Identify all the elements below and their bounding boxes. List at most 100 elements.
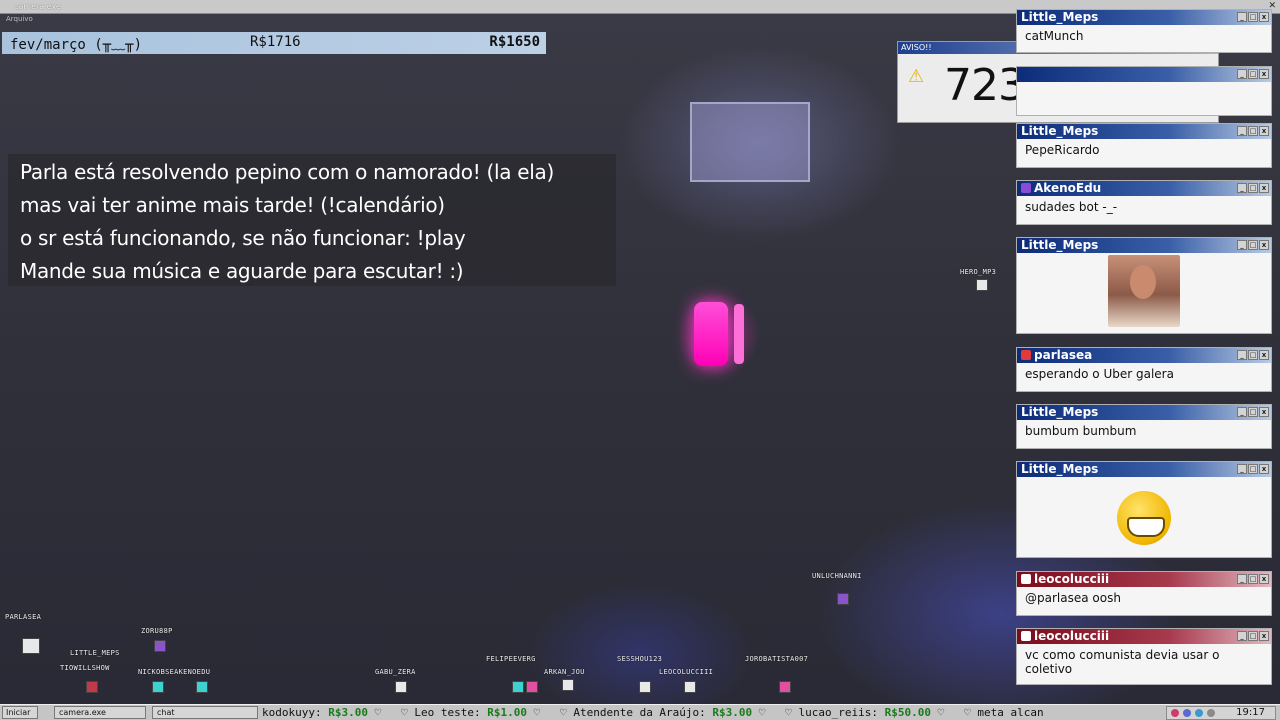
minimize-icon[interactable]: _ xyxy=(1237,240,1247,250)
chat-header[interactable]: leocolucciii _ □ x xyxy=(1017,629,1271,644)
chat-message[interactable]: Little_Meps _ □ x xyxy=(1016,237,1272,334)
close-icon[interactable]: x xyxy=(1259,464,1269,474)
minimize-icon[interactable]: _ xyxy=(1237,407,1247,417)
avatar-name: TIOWILLSHOW xyxy=(60,664,110,672)
chat-message[interactable]: _ □ x xyxy=(1016,66,1272,116)
taskbar-camera[interactable]: camera.exe xyxy=(54,706,146,719)
avatar[interactable] xyxy=(395,681,407,693)
chat-header[interactable]: leocolucciii _ □ x xyxy=(1017,572,1271,587)
heart-icon: ♡ xyxy=(374,706,382,719)
donation-ticker: kodokuyy: R$3.00 ♡ ♡ Leo teste: R$1.00 ♡… xyxy=(262,706,1164,720)
avatar[interactable] xyxy=(639,681,651,693)
chat-message[interactable]: parlasea _ □ x esperando o Uber galera xyxy=(1016,347,1272,392)
avatar-name: ARKAN_JOU xyxy=(544,668,585,676)
info-line: Mande sua música e aguarde para escutar!… xyxy=(20,259,464,283)
donation-goal-bar: fev/março (╥﹏╥) R$1716 R$1650 xyxy=(2,32,546,54)
grin-emote-icon xyxy=(1117,491,1171,545)
tray-icon[interactable] xyxy=(1171,709,1179,717)
taskbar-chat[interactable]: chat xyxy=(152,706,258,719)
heart-icon: ♡ xyxy=(533,706,541,719)
avatar[interactable] xyxy=(976,279,988,291)
minimize-icon[interactable]: _ xyxy=(1237,183,1247,193)
avatar-name: FELIPEEVERG xyxy=(486,655,536,663)
tray-icon[interactable] xyxy=(1183,709,1191,717)
close-icon[interactable]: x xyxy=(1259,126,1269,136)
ticker-name: lucao_reiis: xyxy=(798,706,879,719)
maximize-icon[interactable]: □ xyxy=(1248,631,1258,641)
maximize-icon[interactable]: □ xyxy=(1248,69,1258,79)
ticker-name: meta alcan xyxy=(977,706,1044,719)
chat-message[interactable]: leocolucciii _ □ x vc como comunista devia … xyxy=(1016,628,1272,685)
avatar-name: GABU_ZERA xyxy=(375,668,416,676)
chat-message[interactable]: leocolucciii _ □ x @parlasea oosh xyxy=(1016,571,1272,616)
close-icon[interactable]: x xyxy=(1259,407,1269,417)
avatar[interactable] xyxy=(562,679,574,691)
chat-header[interactable]: _ □ x xyxy=(1017,67,1271,82)
chat-header[interactable]: Little_Meps _ □ x xyxy=(1017,10,1271,25)
chat-header[interactable]: parlasea _ □ x xyxy=(1017,348,1271,363)
chat-message[interactable]: Little_Meps _ □ x xyxy=(1016,461,1272,558)
chat-message[interactable]: AkenoEdu _ □ x sudades bot -_- xyxy=(1016,180,1272,225)
maximize-icon[interactable]: □ xyxy=(1248,183,1258,193)
maximize-icon[interactable]: □ xyxy=(1248,574,1258,584)
chat-message[interactable]: Little_Meps _ □ x catMunch xyxy=(1016,9,1272,53)
avatar[interactable] xyxy=(86,681,98,693)
close-icon[interactable]: x xyxy=(1259,183,1269,193)
ticker-amount: R$1.00 xyxy=(487,706,527,719)
ticker-name: kodokuyy: xyxy=(262,706,322,719)
avatar[interactable] xyxy=(526,681,538,693)
aviso-title: AVISO!! xyxy=(901,43,932,52)
tray-icon[interactable] xyxy=(1195,709,1203,717)
avatar[interactable] xyxy=(22,638,40,654)
start-button[interactable]: Iniciar xyxy=(2,706,38,719)
chat-message[interactable]: Little_Meps _ □ x bumbum bumbum xyxy=(1016,404,1272,449)
avatar[interactable] xyxy=(684,681,696,693)
menu-arquivo[interactable]: Arquivo xyxy=(6,15,33,23)
avatar[interactable] xyxy=(196,681,208,693)
chat-header[interactable]: Little_Meps _ □ x xyxy=(1017,462,1271,477)
chat-username: parlasea xyxy=(1034,348,1093,362)
chat-header[interactable]: AkenoEdu _ □ x xyxy=(1017,181,1271,196)
minimize-icon[interactable]: _ xyxy=(1237,126,1247,136)
close-icon[interactable]: x xyxy=(1259,631,1269,641)
avatar[interactable] xyxy=(154,640,166,652)
user-badge-icon xyxy=(1021,574,1031,584)
maximize-icon[interactable]: □ xyxy=(1248,464,1258,474)
background-light xyxy=(690,102,810,182)
chat-message[interactable]: Little_Meps _ □ x PepeRicardo xyxy=(1016,123,1272,168)
volume-icon[interactable] xyxy=(1207,709,1215,717)
chat-username: Little_Meps xyxy=(1021,124,1099,138)
chat-text: esperando o Uber galera xyxy=(1025,367,1174,381)
chat-header[interactable]: Little_Meps _ □ x xyxy=(1017,238,1271,253)
maximize-icon[interactable]: □ xyxy=(1248,12,1258,22)
avatar[interactable] xyxy=(837,593,849,605)
info-line: o sr está funcionando, se não funcionar:… xyxy=(20,226,466,250)
chat-header[interactable]: Little_Meps _ □ x xyxy=(1017,124,1271,139)
chat-text: @parlasea oosh xyxy=(1025,591,1121,605)
maximize-icon[interactable]: □ xyxy=(1248,126,1258,136)
heart-icon: ♡ xyxy=(964,706,971,719)
minimize-icon[interactable]: _ xyxy=(1237,574,1247,584)
close-icon[interactable]: x xyxy=(1259,574,1269,584)
chat-text xyxy=(1017,82,1271,90)
window-title: camera.exe xyxy=(14,2,61,11)
minimize-icon[interactable]: _ xyxy=(1237,350,1247,360)
close-icon[interactable]: x xyxy=(1259,240,1269,250)
maximize-icon[interactable]: □ xyxy=(1248,350,1258,360)
minimize-icon[interactable]: _ xyxy=(1237,464,1247,474)
minimize-icon[interactable]: _ xyxy=(1237,69,1247,79)
close-icon[interactable]: x xyxy=(1259,69,1269,79)
avatar[interactable] xyxy=(779,681,791,693)
chat-header[interactable]: Little_Meps _ □ x xyxy=(1017,405,1271,420)
maximize-icon[interactable]: □ xyxy=(1248,407,1258,417)
maximize-icon[interactable]: □ xyxy=(1248,240,1258,250)
minimize-icon[interactable]: _ xyxy=(1237,12,1247,22)
ticker-amount: R$3.00 xyxy=(712,706,753,719)
close-icon[interactable]: x xyxy=(1259,350,1269,360)
avatar[interactable] xyxy=(512,681,524,693)
minimize-icon[interactable]: _ xyxy=(1237,631,1247,641)
avatar[interactable] xyxy=(152,681,164,693)
close-icon[interactable]: x xyxy=(1259,12,1269,22)
info-box: Parla está resolvendo pepino com o namor… xyxy=(8,154,616,286)
goal-current: R$1716 xyxy=(250,34,301,50)
